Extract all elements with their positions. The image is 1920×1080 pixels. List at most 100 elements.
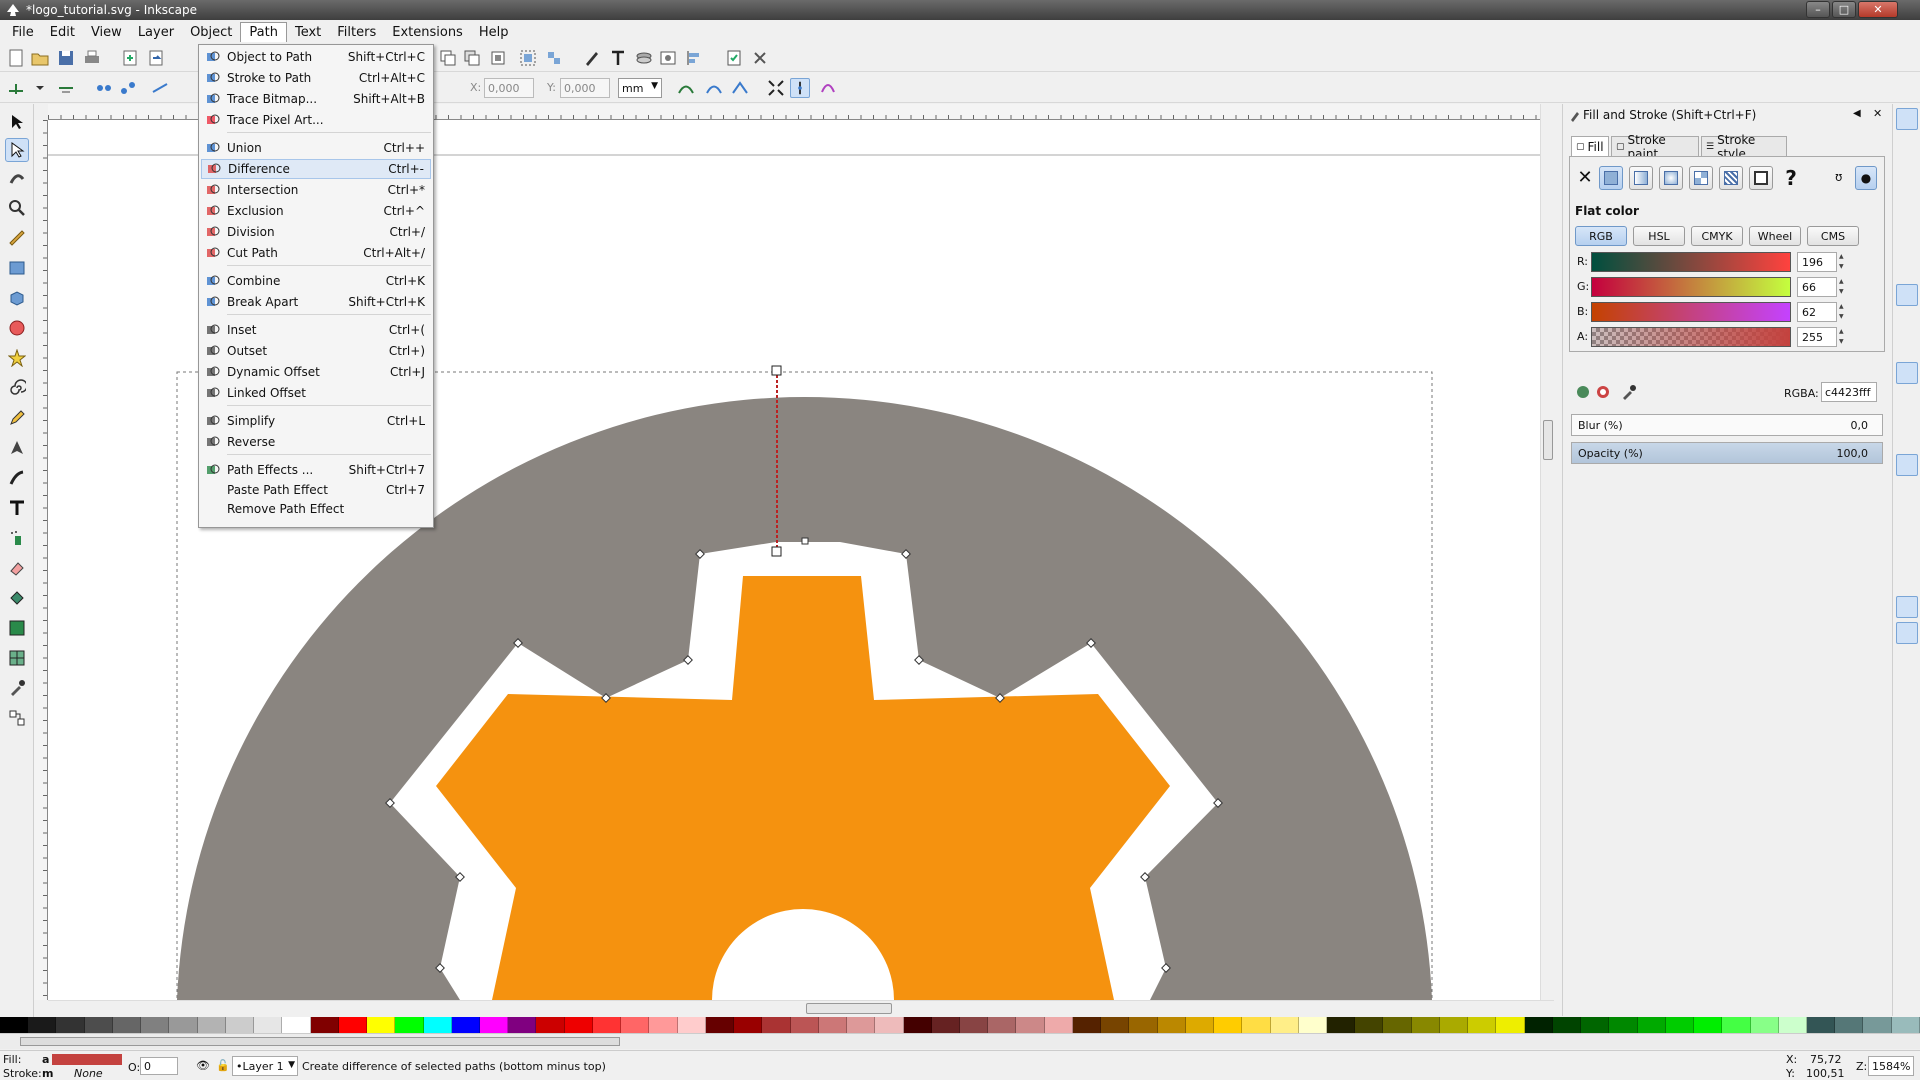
stroke-value[interactable]: None — [74, 1067, 103, 1080]
palette-swatch[interactable] — [762, 1017, 791, 1033]
hsl-mode-button[interactable]: HSL — [1633, 226, 1685, 246]
palette-swatch[interactable] — [875, 1017, 904, 1033]
path-menu-item-break-apart[interactable]: Break Apart Shift+Ctrl+K — [201, 292, 431, 312]
vertical-scroll-thumb[interactable] — [1543, 420, 1553, 460]
fill-color-swatch[interactable] — [52, 1054, 122, 1065]
red-channel-spinner[interactable]: ▲ ▼ — [1839, 252, 1847, 272]
show-path-outline-icon[interactable] — [676, 78, 696, 98]
path-menu-item-object-to-path[interactable]: Object to Path Shift+Ctrl+C — [201, 47, 431, 67]
palette-swatch[interactable] — [959, 1017, 989, 1033]
node-handle[interactable] — [771, 546, 782, 557]
3d-box-tool-icon[interactable] — [5, 286, 29, 310]
palette-swatch[interactable] — [1411, 1017, 1440, 1033]
snap-guides-icon[interactable] — [1896, 622, 1918, 644]
palette-swatch[interactable] — [1722, 1017, 1751, 1033]
pattern-button[interactable] — [1719, 166, 1743, 190]
palette-swatch[interactable] — [1524, 1017, 1553, 1033]
menu-filters[interactable]: Filters — [329, 23, 384, 42]
palette-swatch[interactable] — [451, 1017, 480, 1033]
path-menu-item-exclusion[interactable]: Exclusion Ctrl+^ — [201, 201, 431, 221]
maximize-button[interactable]: □ — [1832, 1, 1856, 18]
palette-swatch[interactable] — [1072, 1017, 1102, 1033]
vertical-scrollbar[interactable] — [1540, 104, 1554, 1000]
clone-icon[interactable] — [462, 48, 482, 68]
snap-smooth-nodes-icon[interactable] — [1896, 388, 1918, 410]
palette-swatch[interactable] — [1468, 1017, 1497, 1033]
y-coordinate-input[interactable]: 0,000 — [560, 78, 610, 98]
palette-swatch[interactable] — [1891, 1017, 1920, 1033]
palette-swatch[interactable] — [705, 1017, 735, 1033]
flat-color-button[interactable] — [1599, 166, 1623, 190]
cmyk-mode-button[interactable]: CMYK — [1691, 226, 1743, 246]
palette-swatch[interactable] — [1637, 1017, 1666, 1033]
snap-line-midpoints-icon[interactable] — [1896, 414, 1918, 436]
new-document-icon[interactable] — [6, 48, 26, 68]
palette-swatch[interactable] — [988, 1017, 1017, 1033]
menu-help[interactable]: Help — [471, 23, 517, 42]
vertical-ruler[interactable] — [34, 120, 48, 1000]
path-menu-item-simplify[interactable]: Simplify Ctrl+L — [201, 411, 431, 431]
palette-swatch[interactable] — [903, 1017, 932, 1033]
palette-swatch[interactable] — [141, 1017, 170, 1033]
radial-gradient-button[interactable] — [1659, 166, 1683, 190]
snap-others-icon[interactable] — [1896, 454, 1918, 476]
group-icon[interactable] — [518, 48, 538, 68]
menu-extensions[interactable]: Extensions — [384, 23, 471, 42]
menu-layer[interactable]: Layer — [130, 23, 182, 42]
menu-edit[interactable]: Edit — [42, 23, 83, 42]
path-menu-item-difference[interactable]: Difference Ctrl+- — [201, 159, 431, 179]
zoom-tool-icon[interactable] — [5, 196, 29, 220]
ungroup-icon[interactable] — [544, 48, 564, 68]
mesh-gradient-button[interactable] — [1689, 166, 1713, 190]
horizontal-scrollbar[interactable] — [48, 1000, 1554, 1016]
green-channel-spinner[interactable]: ▲ ▼ — [1839, 277, 1847, 297]
tab-stroke-paint[interactable]: ▢ Stroke paint — [1611, 133, 1699, 161]
snap-bbox-icon[interactable] — [1896, 144, 1918, 166]
palette-swatch[interactable] — [1609, 1017, 1638, 1033]
panel-close-icon[interactable]: ✕ — [1873, 107, 1882, 120]
palette-swatch[interactable] — [1383, 1017, 1412, 1033]
palette-swatch[interactable] — [564, 1017, 593, 1033]
x-coordinate-input[interactable]: 0,000 — [484, 78, 534, 98]
path-menu-item-inset[interactable]: Inset Ctrl+( — [201, 320, 431, 340]
selected-node[interactable] — [771, 365, 782, 376]
fill-rule-evenodd-icon[interactable]: ʊ — [1835, 170, 1851, 186]
blue-channel-input[interactable]: 62 — [1797, 302, 1837, 322]
palette-swatch[interactable] — [1581, 1017, 1610, 1033]
path-menu-item-trace-pixel-art[interactable]: Trace Pixel Art... — [201, 110, 431, 130]
unlink-clone-icon[interactable] — [488, 48, 508, 68]
minimize-button[interactable]: – — [1806, 1, 1830, 18]
path-menu-item-outset[interactable]: Outset Ctrl+) — [201, 341, 431, 361]
panel-collapse-icon[interactable]: ◀ — [1853, 108, 1861, 119]
layer-lock-icon[interactable]: 🔓 — [216, 1059, 230, 1072]
palette-swatch[interactable] — [536, 1017, 565, 1033]
path-menu-item-cut-path[interactable]: Cut Path Ctrl+Alt+/ — [201, 243, 431, 263]
path-menu-item-path-effects[interactable]: Path Effects ... Shift+Ctrl+7 — [201, 460, 431, 480]
import-icon[interactable] — [120, 48, 140, 68]
palette-swatch[interactable] — [225, 1017, 255, 1033]
open-folder-icon[interactable] — [30, 48, 50, 68]
document-properties-icon[interactable] — [724, 48, 744, 68]
path-menu-item-paste-path-effect[interactable]: Paste Path Effect Ctrl+7 — [201, 480, 431, 500]
palette-swatch[interactable] — [1552, 1017, 1582, 1033]
snap-centers-icon[interactable] — [1896, 480, 1918, 502]
fill-rule-nonzero-icon[interactable]: ● — [1855, 166, 1877, 190]
path-menu-item-stroke-to-path[interactable]: Stroke to Path Ctrl+Alt+C — [201, 68, 431, 88]
blur-slider[interactable]: Blur (%) 0,0 — [1571, 414, 1883, 436]
palette-scrollbar[interactable] — [0, 1033, 1920, 1049]
snap-bbox-centers-icon[interactable] — [1896, 248, 1918, 270]
snap-grids-icon[interactable] — [1896, 596, 1918, 618]
alpha-channel-slider[interactable] — [1591, 327, 1791, 347]
palette-swatch[interactable] — [282, 1017, 311, 1033]
palette-swatch[interactable] — [1807, 1017, 1836, 1033]
palette-swatch[interactable] — [1214, 1017, 1243, 1033]
measure-tool-icon[interactable] — [5, 226, 29, 250]
text-tool-icon[interactable] — [5, 496, 29, 520]
tab-fill[interactable]: ▢ Fill — [1571, 136, 1609, 156]
mesh-tool-icon[interactable] — [5, 646, 29, 670]
palette-swatch[interactable] — [28, 1017, 57, 1033]
palette-swatch[interactable] — [338, 1017, 368, 1033]
snap-rotation-centers-icon[interactable] — [1896, 506, 1918, 528]
path-menu-item-division[interactable]: Division Ctrl+/ — [201, 222, 431, 242]
palette-swatch[interactable] — [423, 1017, 452, 1033]
